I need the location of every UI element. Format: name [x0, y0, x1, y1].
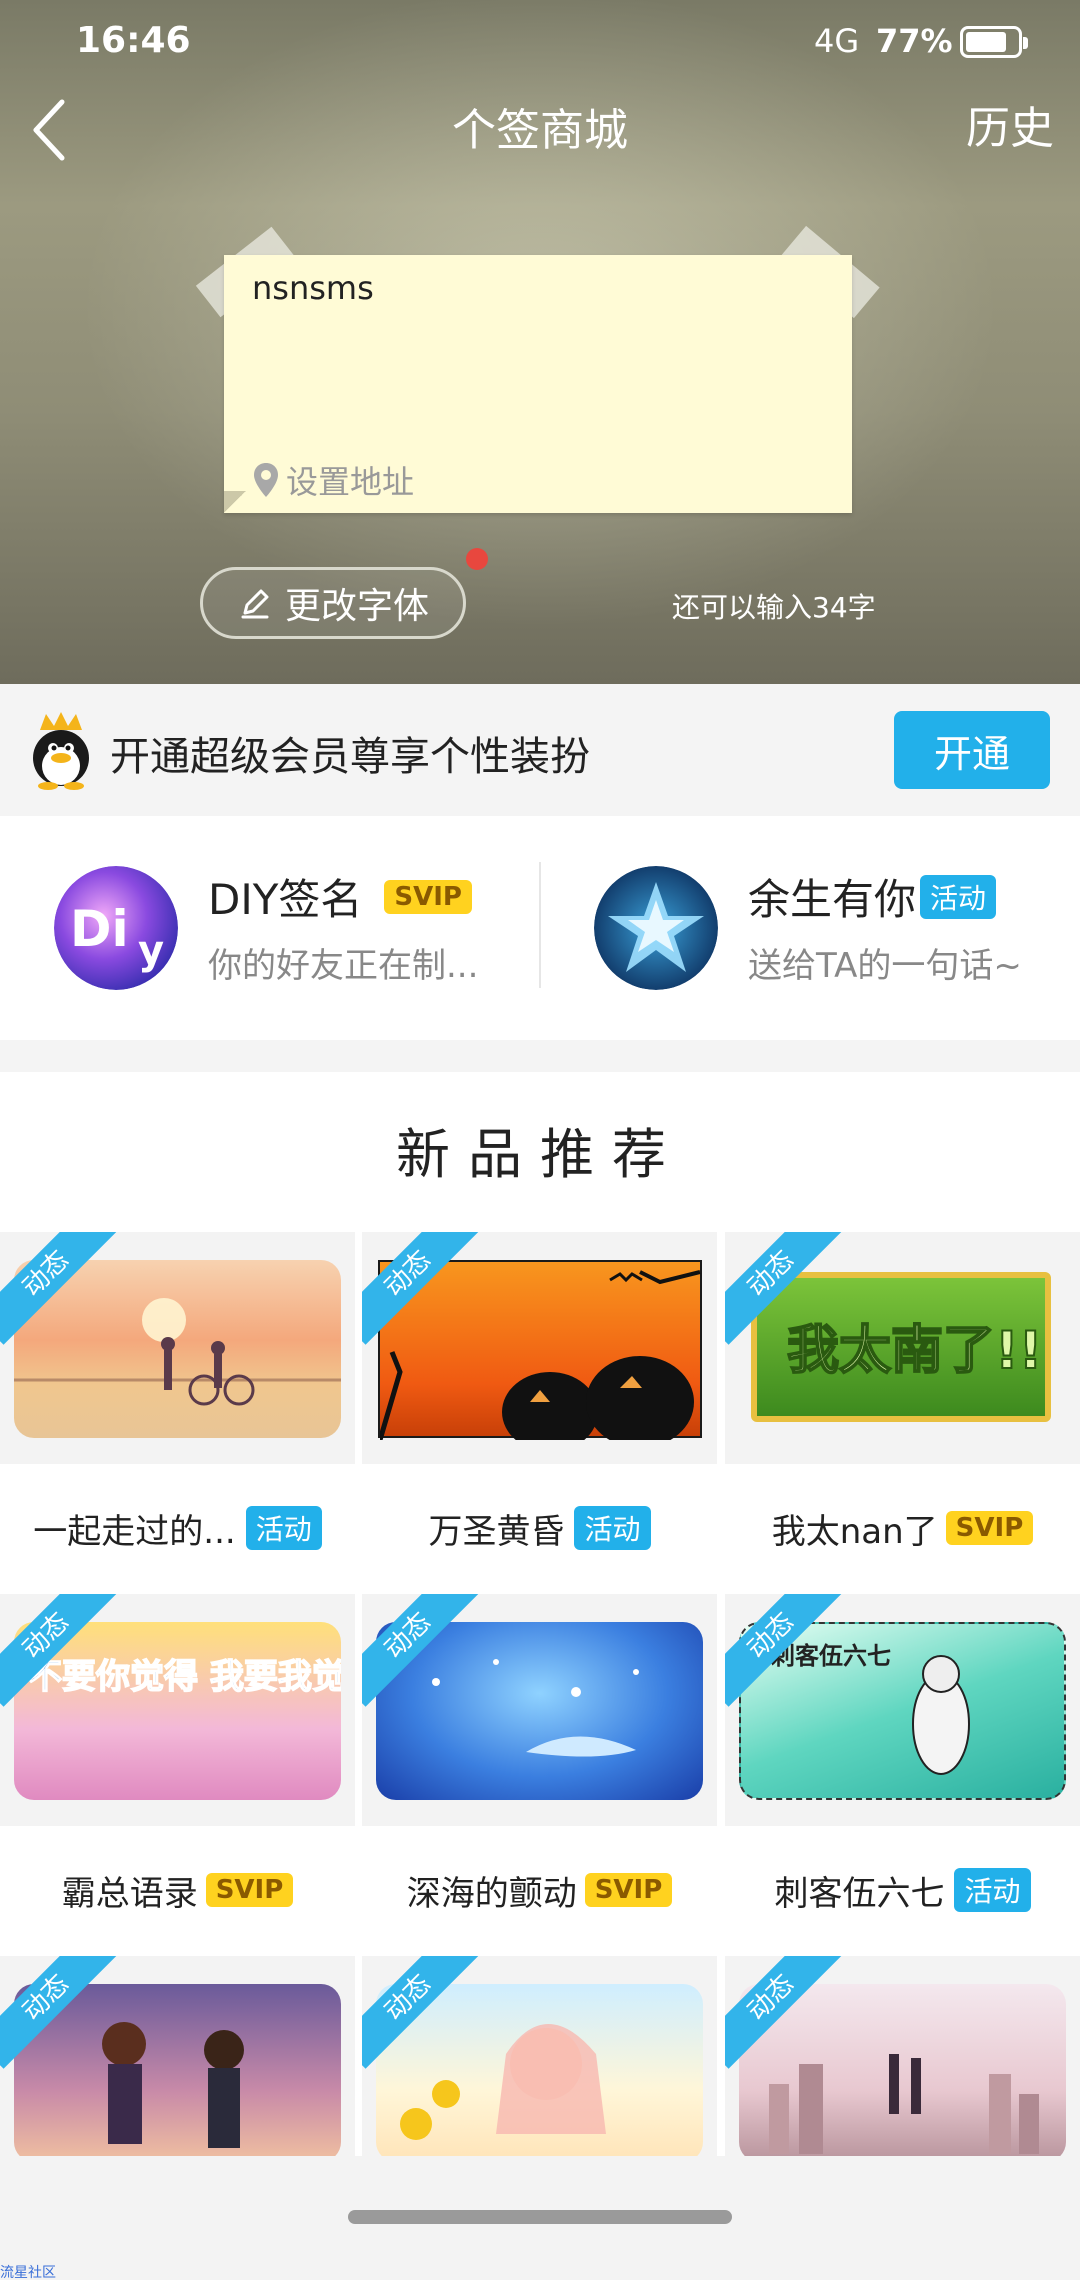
art-text: 我太南了!!: [787, 1321, 1042, 1381]
change-font-label: 更改字体: [284, 586, 429, 627]
product-name: 霸总语录: [61, 1873, 198, 1914]
product-label: 一起走过的... 活动: [0, 1464, 355, 1592]
feature-title: DIY签名 SVIP: [208, 866, 472, 927]
location-pin-icon: [254, 463, 278, 497]
product-name: 深海的颤动: [406, 1873, 577, 1914]
feature-title: 余生有你 活动: [748, 866, 997, 927]
feature-subtitle: 送给TA的一句话~: [748, 946, 1022, 986]
feature-subtitle: 你的好友正在制...: [208, 946, 479, 986]
battery-percent: 77%: [876, 22, 953, 60]
network-indicator: 4G: [814, 22, 860, 60]
page-title: 个签商城: [452, 105, 628, 156]
activity-badge: 活动: [574, 1506, 651, 1550]
product-thumbnail: 动态: [362, 1956, 717, 2188]
svg-text:y: y: [138, 928, 164, 974]
product-name: 我太nan了: [771, 1511, 938, 1552]
chars-remaining: 还可以输入34字: [672, 591, 876, 624]
diy-icon: Di y: [54, 866, 178, 990]
product-thumbnail: 动态: [725, 1956, 1080, 2188]
status-time: 16:46: [76, 20, 191, 61]
product-label: 万圣黄昏 活动: [362, 1464, 717, 1592]
home-indicator[interactable]: [348, 2210, 732, 2224]
svip-badge: SVIP: [584, 1873, 673, 1907]
open-vip-button[interactable]: 开通: [894, 711, 1050, 789]
activity-badge: 活动: [954, 1868, 1031, 1912]
change-font-button[interactable]: 更改字体: [200, 567, 466, 639]
section-title: 新品推荐: [396, 1123, 684, 1186]
activity-badge: 活动: [920, 874, 997, 919]
watermark: 流星社区: [0, 2265, 56, 2280]
art-text: 不要你觉得 我要我觉得: [28, 1657, 341, 1697]
product-label: 深海的颤动 SVIP: [362, 1826, 717, 1954]
qq-penguin-icon: [33, 712, 89, 790]
product-thumbnail: 不要你觉得 我要我觉得 动态: [0, 1594, 355, 1826]
feature-row: Di y DIY签名 SVIP 你的好友正在制... 余生有你 活动 送给TA的…: [0, 816, 1080, 1040]
nav-bar: 个签商城 历史: [0, 84, 1080, 194]
section-gap: [0, 1040, 1080, 1072]
svg-text:Di: Di: [70, 900, 129, 958]
svip-badge: SVIP: [945, 1511, 1034, 1545]
product-label: 霸总语录 SVIP: [0, 1826, 355, 1954]
product-name: 刺客伍六七: [774, 1873, 945, 1914]
product-thumbnail: 刺客伍六七 动态: [725, 1594, 1080, 1826]
notification-dot: [466, 548, 488, 570]
star-icon: [594, 866, 718, 990]
signature-text[interactable]: nsnsms: [252, 269, 374, 307]
product-name: 万圣黄昏: [428, 1511, 565, 1552]
new-products-section: 新品推荐 动态 一起走过的... 活动 动态 万圣黄昏 活动 我太南了!! 动态…: [0, 1072, 1080, 2280]
product-thumbnail: 动态: [362, 1232, 717, 1464]
feature-diy-signature[interactable]: Di y DIY签名 SVIP 你的好友正在制...: [0, 816, 540, 1040]
header-hero: 16:46 4G 77% 个签商城 历史 nsnsms 设置地址 更改字体 还可…: [0, 0, 1080, 684]
svip-badge: SVIP: [205, 1873, 294, 1907]
activity-badge: 活动: [245, 1506, 322, 1550]
product-card[interactable]: 不要你觉得 我要我觉得 动态 霸总语录 SVIP: [0, 1594, 355, 1954]
product-thumbnail: 动态: [0, 1232, 355, 1464]
feature-title-text: 余生有你: [748, 875, 917, 924]
product-card[interactable]: 动态 万圣黄昏 活动: [362, 1232, 717, 1592]
feature-title-text: DIY签名: [208, 875, 363, 924]
product-card[interactable]: 动态 深海的颤动 SVIP: [362, 1594, 717, 1954]
product-thumbnail: 动态: [0, 1956, 355, 2188]
svip-badge: SVIP: [384, 879, 472, 914]
product-card[interactable]: 我太南了!! 动态 我太nan了 SVIP: [725, 1232, 1080, 1592]
location-placeholder: 设置地址: [286, 463, 415, 501]
product-thumbnail: 动态: [362, 1594, 717, 1826]
status-bar: 16:46 4G 77%: [0, 0, 1080, 84]
signature-note[interactable]: nsnsms 设置地址: [224, 255, 852, 513]
gesture-bar: [0, 2156, 1080, 2280]
vip-banner: 开通超级会员尊享个性装扮 开通: [0, 684, 1080, 816]
feature-yusheng[interactable]: 余生有你 活动 送给TA的一句话~: [540, 816, 1080, 1040]
pen-icon: [241, 589, 269, 619]
product-label: 刺客伍六七 活动: [725, 1826, 1080, 1954]
history-button[interactable]: 历史: [966, 92, 1054, 156]
vip-promo-text: 开通超级会员尊享个性装扮: [110, 734, 590, 780]
battery-icon: [960, 26, 1028, 58]
product-thumbnail: 我太南了!! 动态: [725, 1232, 1080, 1464]
product-card[interactable]: 动态 一起走过的... 活动: [0, 1232, 355, 1592]
product-name: 一起走过的...: [33, 1511, 236, 1552]
product-label: 我太nan了 SVIP: [725, 1464, 1080, 1592]
note-fold: [224, 491, 246, 513]
product-card[interactable]: 刺客伍六七 动态 刺客伍六七 活动: [725, 1594, 1080, 1954]
location-button[interactable]: 设置地址: [252, 457, 414, 503]
